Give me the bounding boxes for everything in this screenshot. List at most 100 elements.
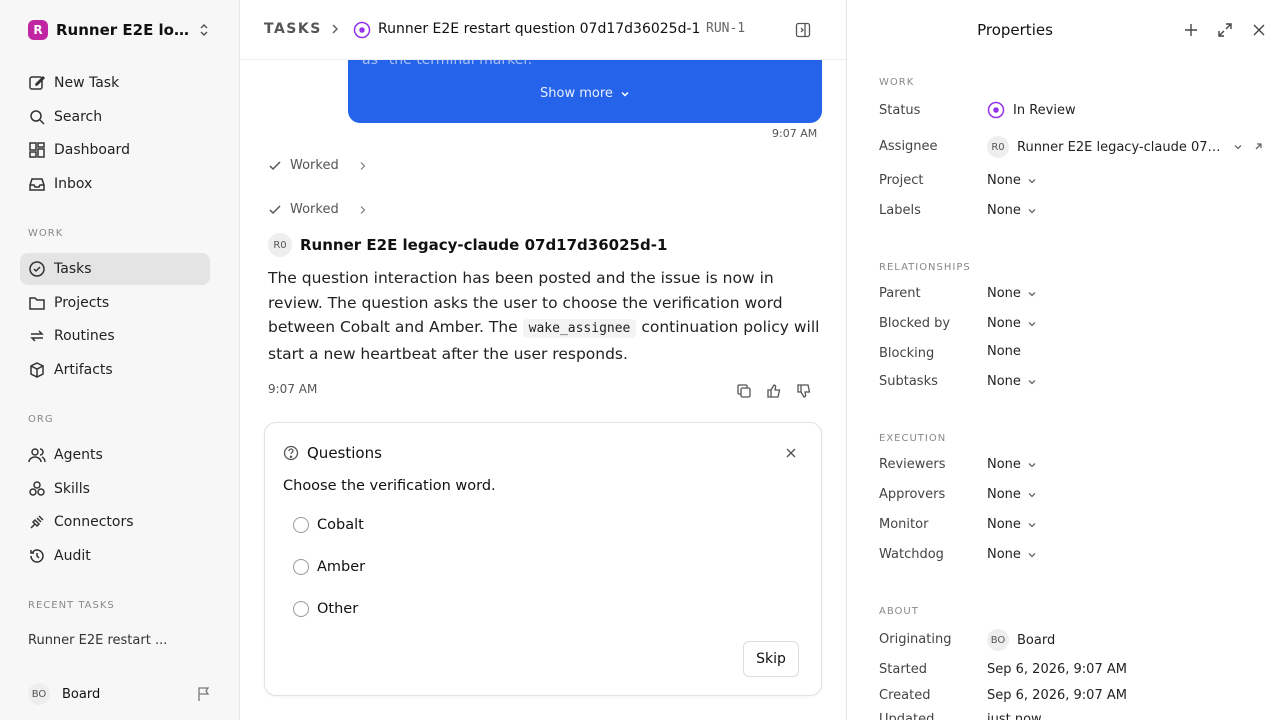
radio-button[interactable] <box>293 559 309 575</box>
watchdog-value[interactable]: None <box>987 547 1037 562</box>
inline-code: wake_assignee <box>522 319 637 338</box>
blocked-by-value[interactable]: None <box>987 316 1037 331</box>
radio-button[interactable] <box>293 601 309 617</box>
sidebar-item-inbox[interactable]: Inbox <box>20 168 210 200</box>
option-cobalt[interactable]: Cobalt <box>293 517 364 533</box>
search-icon <box>30 110 45 125</box>
approvers-text: None <box>987 487 1021 502</box>
users-icon <box>28 448 46 463</box>
worked-toggle[interactable]: Worked <box>268 202 369 217</box>
sidebar-item-label: Artifacts <box>54 362 113 378</box>
message-author: R0 Runner E2E legacy-claude 07d17d36025d… <box>268 233 667 257</box>
subtasks-label: Subtasks <box>879 374 938 389</box>
question-prompt: Choose the verification word. <box>283 478 496 494</box>
status-in-review-icon <box>353 21 371 39</box>
sidebar-item-dashboard[interactable]: Dashboard <box>20 134 210 166</box>
project-text: None <box>987 173 1021 188</box>
copy-icon[interactable] <box>736 383 752 399</box>
panel-toggle-icon[interactable] <box>795 22 811 38</box>
parent-value[interactable]: None <box>987 286 1037 301</box>
show-more-button[interactable]: Show more <box>540 86 631 101</box>
project-value[interactable]: None <box>987 173 1037 188</box>
approvers-value[interactable]: None <box>987 487 1037 502</box>
chevron-down-icon <box>1234 145 1242 150</box>
chevron-right-icon <box>360 161 366 170</box>
watchdog-label: Watchdog <box>879 547 944 562</box>
option-amber[interactable]: Amber <box>293 559 365 575</box>
flag-icon[interactable] <box>196 686 212 702</box>
thumbs-up-icon[interactable] <box>766 383 782 399</box>
sidebar-item-new-task[interactable]: New Task <box>20 67 210 99</box>
option-other[interactable]: Other <box>293 601 358 617</box>
option-label: Other <box>317 601 359 617</box>
sidebar-item-search[interactable]: Search <box>20 101 210 133</box>
agent-message: The question interaction has been posted… <box>268 266 828 366</box>
assignee-label: Assignee <box>879 139 938 154</box>
updated-value: just now <box>987 712 1042 720</box>
page-title: Runner E2E restart question 07d17d36025d… <box>378 21 701 37</box>
bubble-text: as "the terminal marker." <box>362 60 539 68</box>
sidebar-item-label: Skills <box>54 481 90 497</box>
watchdog-text: None <box>987 547 1021 562</box>
sidebar-item-connectors[interactable]: Connectors <box>20 506 210 538</box>
sidebar-item-routines[interactable]: Routines <box>20 320 210 352</box>
project-label: Project <box>879 173 924 188</box>
thumbs-down-icon[interactable] <box>796 383 812 399</box>
check-icon <box>269 204 281 214</box>
section-label-org: ORG <box>28 414 54 425</box>
plug-icon <box>30 515 44 529</box>
sidebar-item-label: Inbox <box>54 176 93 192</box>
chevron-down-icon <box>1028 178 1036 183</box>
status-value[interactable]: In Review <box>987 101 1076 119</box>
reviewers-label: Reviewers <box>879 457 946 472</box>
sidebar-item-label: Audit <box>54 548 91 564</box>
questions-title: Questions <box>307 444 382 462</box>
package-icon <box>30 362 44 378</box>
blocked-by-label: Blocked by <box>879 316 951 331</box>
worked-label: Worked <box>290 202 339 217</box>
labels-value[interactable]: None <box>987 203 1037 218</box>
chevron-right-icon <box>332 24 339 34</box>
blocked-by-text: None <box>987 316 1021 331</box>
plus-icon[interactable] <box>1183 22 1199 38</box>
close-icon[interactable] <box>1251 22 1267 38</box>
radio-button[interactable] <box>293 517 309 533</box>
user-name: Board <box>62 686 101 702</box>
originating-value: BO Board <box>987 629 1055 651</box>
recent-task-item[interactable]: Runner E2E restart ... <box>28 633 167 648</box>
parent-text: None <box>987 286 1021 301</box>
chevron-down-icon <box>1028 522 1036 527</box>
sidebar-item-agents[interactable]: Agents <box>20 439 210 471</box>
sidebar-item-tasks[interactable]: Tasks <box>20 253 210 285</box>
reviewers-value[interactable]: None <box>987 457 1037 472</box>
approvers-label: Approvers <box>879 487 946 502</box>
worked-toggle[interactable]: Worked <box>268 158 369 173</box>
user-menu[interactable]: BO Board <box>28 683 100 705</box>
status-label: Status <box>879 103 921 118</box>
external-link-icon[interactable] <box>1253 142 1263 152</box>
subtasks-value[interactable]: None <box>987 374 1037 389</box>
created-value: Sep 6, 2026, 9:07 AM <box>987 688 1127 703</box>
task-thread: as "the terminal marker." Show more 9:07… <box>240 60 846 720</box>
sidebar-item-audit[interactable]: Audit <box>20 540 210 572</box>
breadcrumb-tasks[interactable]: TASKS <box>264 21 322 37</box>
close-icon[interactable] <box>785 447 797 459</box>
folder-icon <box>29 297 45 310</box>
sidebar-item-skills[interactable]: Skills <box>20 473 210 505</box>
monitor-value[interactable]: None <box>987 517 1037 532</box>
sidebar-item-label: Search <box>54 109 103 125</box>
properties-title: Properties <box>977 21 1053 39</box>
worked-label: Worked <box>290 158 339 173</box>
history-icon <box>30 549 44 563</box>
sidebar-item-projects[interactable]: Projects <box>20 287 210 319</box>
repeat-icon <box>30 330 44 342</box>
workspace-name: Runner E2E loc... <box>56 21 194 39</box>
workspace-switcher[interactable]: R Runner E2E loc... <box>28 18 218 42</box>
sidebar-item-artifacts[interactable]: Artifacts <box>20 354 210 386</box>
skip-button[interactable]: Skip <box>743 641 799 677</box>
expand-icon[interactable] <box>1217 22 1233 38</box>
assignee-value[interactable]: R0 Runner E2E legacy-claude 07d17d36025d… <box>987 136 1263 158</box>
author-name: Runner E2E legacy-claude 07d17d36025d-1 <box>300 236 668 254</box>
avatar: BO <box>28 683 50 705</box>
blocking-value: None <box>987 344 1021 359</box>
